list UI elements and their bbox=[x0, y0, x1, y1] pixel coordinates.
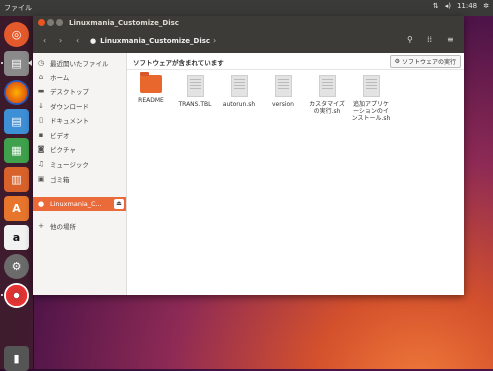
sidebar-item-label: 他の場所 bbox=[50, 222, 76, 231]
top-panel: ファイル ⇅ ◂) 11:48 ✲ bbox=[0, 0, 493, 16]
calc-icon[interactable]: ▦ bbox=[4, 138, 29, 163]
impress-icon[interactable]: ▥ bbox=[4, 167, 29, 192]
sidebar-item-other-places[interactable]: + 他の場所 bbox=[37, 220, 76, 231]
sidebar-item-device[interactable]: ● Linuxmania_C... ⏏ bbox=[33, 197, 126, 211]
document-icon bbox=[318, 75, 336, 97]
document-icon bbox=[186, 75, 204, 97]
toolbar: ‹ › ‹ ● Linuxmania_Customize_Disc › ⚲ ⁞⁞… bbox=[33, 30, 464, 53]
video-icon: ▪ bbox=[38, 130, 44, 139]
sidebar-item-label: ホーム bbox=[50, 73, 70, 82]
file-name: TRANS.TBL bbox=[178, 101, 212, 108]
disc-icon: ● bbox=[38, 200, 45, 208]
music-icon: ♫ bbox=[37, 159, 45, 168]
file-name: autorun.sh bbox=[222, 101, 256, 108]
home-icon: ⌂ bbox=[38, 72, 44, 81]
sidebar-item-label: ドキュメント bbox=[50, 116, 89, 125]
file-item[interactable]: autorun.sh bbox=[219, 75, 259, 108]
close-button[interactable] bbox=[38, 19, 45, 26]
sidebar-item-videos[interactable]: ▪ ビデオ bbox=[37, 129, 70, 140]
gear-icon: ⚙ bbox=[394, 58, 400, 65]
volume-icon[interactable]: ◂) bbox=[445, 2, 451, 10]
sidebar-item-desktop[interactable]: ▬ デスクトップ bbox=[37, 85, 89, 96]
document-icon bbox=[274, 75, 292, 97]
sidebar-item-label: ダウンロード bbox=[50, 102, 89, 111]
sidebar-item-downloads[interactable]: ↓ ダウンロード bbox=[37, 100, 89, 111]
dash-icon[interactable]: ◎ bbox=[4, 22, 29, 47]
writer-icon[interactable]: ▤ bbox=[4, 109, 29, 134]
search-icon[interactable]: ⚲ bbox=[407, 35, 413, 44]
launcher: ◎ ▤ ▤ ▦ ▥ A a ⚙ ▮ bbox=[0, 16, 34, 371]
trash-icon[interactable]: ▮ bbox=[4, 346, 29, 371]
software-banner: ソフトウェアが含まれています ⚙ ソフトウェアの実行 bbox=[127, 53, 464, 70]
document-icon bbox=[230, 75, 248, 97]
path-right-arrow[interactable]: › bbox=[213, 36, 216, 45]
sidebar-item-label: Linuxmania_C... bbox=[50, 200, 102, 208]
file-item[interactable]: 追加アプリケーションのインストール.sh bbox=[351, 75, 391, 122]
file-name: version bbox=[272, 101, 294, 108]
file-item[interactable]: TRANS.TBL bbox=[175, 75, 215, 108]
files-icon[interactable]: ▤ bbox=[4, 51, 29, 76]
indicators: ⇅ ◂) 11:48 ✲ bbox=[433, 2, 489, 10]
download-icon: ↓ bbox=[38, 101, 44, 110]
clock-icon: ◷ bbox=[37, 58, 45, 67]
plus-icon: + bbox=[38, 221, 44, 230]
view-grid-icon[interactable]: ⁞⁞ bbox=[427, 35, 432, 44]
focus-indicator bbox=[28, 60, 32, 66]
sidebar-item-label: 最近開いたファイル bbox=[50, 59, 109, 68]
path-bar-segment[interactable]: ● Linuxmania_Customize_Disc bbox=[86, 35, 214, 47]
software-center-icon[interactable]: A bbox=[4, 196, 29, 221]
camera-icon: ◙ bbox=[37, 144, 45, 153]
file-manager-window: Linuxmania_Customize_Disc ‹ › ‹ ● Linuxm… bbox=[33, 16, 464, 295]
path-segment-label: Linuxmania_Customize_Disc bbox=[100, 37, 211, 45]
minimize-button[interactable] bbox=[47, 19, 54, 26]
window-title: Linuxmania_Customize_Disc bbox=[69, 19, 179, 27]
folder-icon bbox=[140, 72, 162, 93]
sidebar: ◷ 最近開いたファイル ⌂ ホーム ▬ デスクトップ ↓ ダウンロード ▯ ドキ… bbox=[33, 53, 127, 295]
sidebar-item-pictures[interactable]: ◙ ピクチャ bbox=[37, 143, 76, 154]
file-name: 追加アプリケーションのインストール.sh bbox=[351, 101, 391, 122]
banner-text: ソフトウェアが含まれています bbox=[133, 59, 224, 67]
maximize-button[interactable] bbox=[56, 19, 63, 26]
file-item[interactable]: README bbox=[131, 72, 171, 104]
main-content: ソフトウェアが含まれています ⚙ ソフトウェアの実行 README TRANS.… bbox=[127, 53, 464, 295]
file-item[interactable]: カスタマイズの実行.sh bbox=[307, 75, 347, 115]
sidebar-item-home[interactable]: ⌂ ホーム bbox=[37, 71, 70, 82]
firefox-icon[interactable] bbox=[4, 80, 29, 105]
sidebar-item-label: ミュージック bbox=[50, 160, 89, 169]
document-icon: ▯ bbox=[39, 115, 43, 124]
app-name: ファイル bbox=[4, 4, 32, 12]
sidebar-item-recent[interactable]: ◷ 最近開いたファイル bbox=[37, 57, 109, 68]
file-name: README bbox=[138, 97, 164, 104]
sidebar-item-label: ピクチャ bbox=[50, 145, 76, 154]
gear-icon[interactable]: ✲ bbox=[483, 2, 489, 10]
disc-icon[interactable] bbox=[4, 283, 29, 308]
running-indicator bbox=[1, 294, 3, 296]
settings-icon[interactable]: ⚙ bbox=[4, 254, 29, 279]
clock-label[interactable]: 11:48 bbox=[457, 2, 477, 10]
sidebar-item-trash[interactable]: ▣ ゴミ箱 bbox=[37, 173, 70, 184]
disc-path-icon: ● bbox=[90, 37, 97, 45]
path-left-arrow[interactable]: ‹ bbox=[76, 36, 79, 45]
sidebar-item-music[interactable]: ♫ ミュージック bbox=[37, 158, 89, 169]
menu-icon[interactable]: ≡ bbox=[447, 35, 454, 44]
eject-icon[interactable]: ⏏ bbox=[114, 199, 124, 209]
sidebar-item-label: ゴミ箱 bbox=[50, 175, 70, 184]
running-indicator bbox=[1, 62, 3, 64]
file-item[interactable]: version bbox=[263, 75, 303, 108]
trash-icon: ▣ bbox=[37, 174, 45, 183]
network-icon[interactable]: ⇅ bbox=[433, 2, 439, 10]
document-icon bbox=[362, 75, 380, 97]
run-software-label: ソフトウェアの実行 bbox=[401, 59, 456, 66]
titlebar: Linuxmania_Customize_Disc bbox=[33, 16, 464, 30]
sidebar-item-label: ビデオ bbox=[50, 131, 70, 140]
file-name: カスタマイズの実行.sh bbox=[309, 101, 345, 115]
sidebar-item-label: デスクトップ bbox=[50, 87, 89, 96]
back-button[interactable]: ‹ bbox=[43, 36, 46, 45]
run-software-button[interactable]: ⚙ ソフトウェアの実行 bbox=[389, 55, 461, 68]
amazon-icon[interactable]: a bbox=[4, 225, 29, 250]
forward-button[interactable]: › bbox=[59, 36, 62, 45]
folder-icon: ▬ bbox=[37, 86, 45, 95]
sidebar-item-documents[interactable]: ▯ ドキュメント bbox=[37, 114, 89, 125]
